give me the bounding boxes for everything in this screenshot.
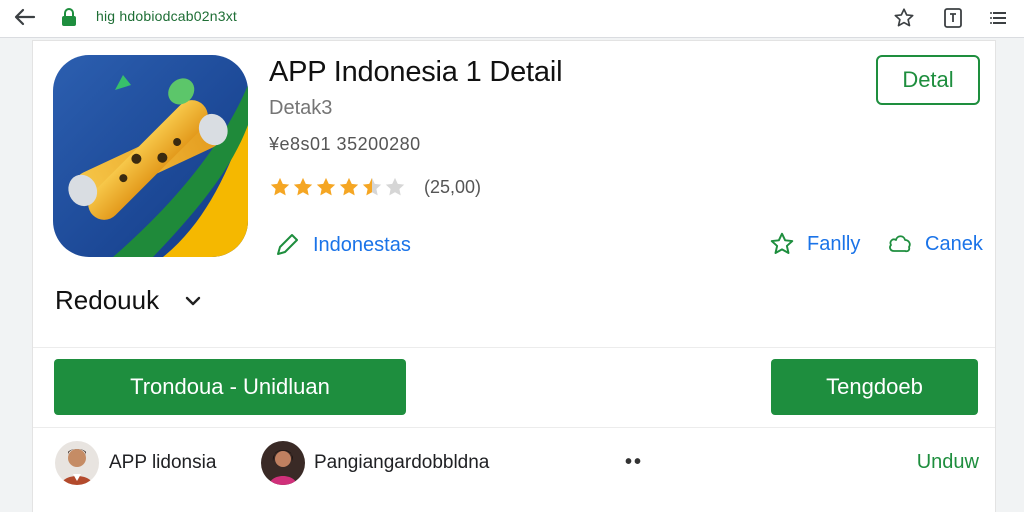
star-full-icon	[270, 177, 290, 196]
download-link[interactable]: Unduw	[917, 451, 979, 474]
reader-mode-icon[interactable]	[940, 5, 966, 31]
address-bar-url[interactable]: hig hdobiodcab02n3xt	[96, 8, 237, 24]
star-half-icon	[362, 177, 382, 196]
menu-icon[interactable]	[986, 5, 1012, 31]
developer-name[interactable]: APP lidonsia	[109, 452, 216, 474]
star-empty-icon	[385, 177, 405, 196]
more-options-icon[interactable]: ••	[625, 451, 643, 474]
secondary-action-button[interactable]: Tengdoeb	[771, 359, 978, 415]
back-arrow-icon[interactable]	[12, 6, 38, 28]
star-full-icon	[316, 177, 336, 196]
rating-row: (25,00)	[269, 176, 481, 198]
avatar[interactable]	[55, 441, 99, 485]
family-label: Fanlly	[807, 232, 861, 255]
rating-count: (25,00)	[424, 176, 482, 197]
app-detail-card: APP Indonesia 1 Detail Detak3 ¥e8s01 352…	[32, 40, 996, 512]
cloud-icon	[889, 235, 911, 253]
browser-toolbar: hig hdobiodcab02n3xt	[0, 0, 1024, 38]
divider	[33, 347, 995, 348]
app-title: APP Indonesia 1 Detail	[269, 56, 563, 88]
developer-row: APP lidonsia Pangiangardobbldna •• Unduw	[33, 439, 995, 489]
bookmark-star-icon[interactable]	[891, 5, 917, 31]
star-full-icon	[293, 177, 313, 196]
app-meta-info: ¥e8s01 35200280	[269, 134, 421, 154]
developer-name[interactable]: Pangiangardobbldna	[314, 452, 489, 474]
section-title: Redouuk	[55, 285, 160, 315]
cancel-link[interactable]: Canek	[887, 231, 983, 257]
star-outline-icon	[770, 232, 794, 254]
primary-download-button[interactable]: Trondoua - Unidluan	[54, 359, 406, 415]
avatar[interactable]	[261, 441, 305, 485]
pencil-icon	[277, 234, 298, 255]
app-logo-icon	[53, 55, 248, 257]
chevron-down-icon	[185, 296, 201, 305]
app-developer-label: Detak3	[269, 97, 333, 119]
family-link[interactable]: Fanlly	[769, 231, 860, 257]
divider	[33, 427, 995, 428]
star-full-icon	[339, 177, 359, 196]
cancel-label: Canek	[925, 232, 983, 255]
section-dropdown[interactable]: Redouuk	[55, 285, 201, 316]
category-label: Indonestas	[313, 233, 411, 256]
detail-button[interactable]: Detal	[876, 55, 980, 105]
rating-stars	[269, 176, 406, 198]
category-link[interactable]: Indonestas	[273, 231, 411, 259]
lock-icon	[61, 7, 77, 27]
